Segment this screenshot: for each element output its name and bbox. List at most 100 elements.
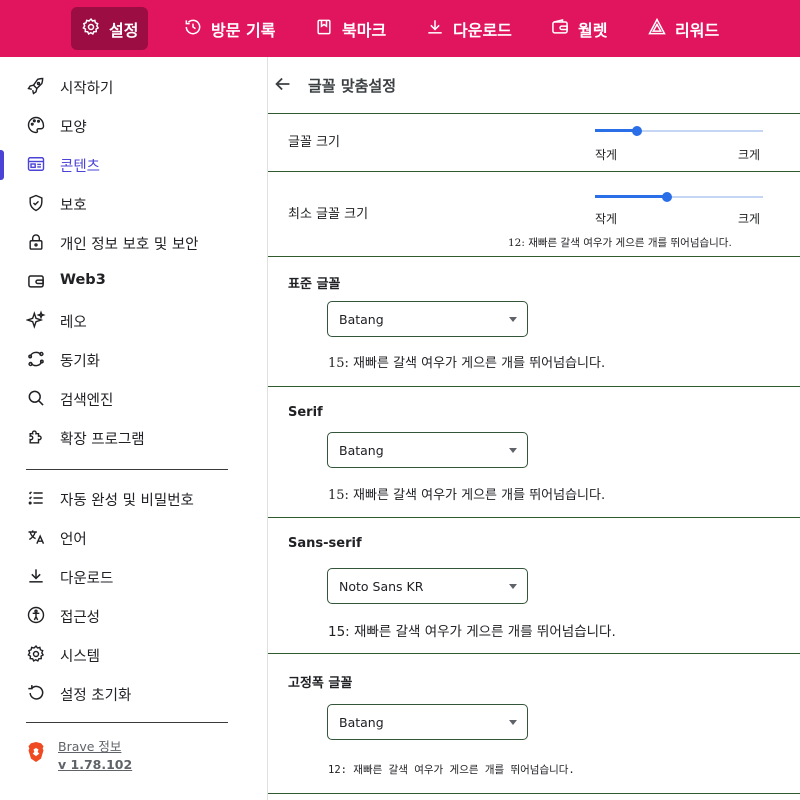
sidebar-item-content[interactable]: 콘텐츠 [0,146,266,182]
dropdown-arrow-icon [509,448,517,453]
tab-wallet[interactable]: 월렛 [540,7,617,50]
tab-label: 방문 기록 [211,20,276,40]
sidebar-item-search-engine[interactable]: 검색엔진 [0,380,266,416]
sidebar-item-languages[interactable]: 언어 [0,519,266,555]
accessibility-icon [26,605,46,625]
palette-icon [26,115,46,135]
font-size-label: 글꼴 크기 [288,135,340,150]
section-divider [268,386,800,387]
sidebar-item-downloads[interactable]: 다운로드 [0,558,266,594]
font-size-slider[interactable] [595,123,763,139]
sidebar-item-autofill[interactable]: 자동 완성 및 비밀번호 [0,480,266,516]
sidebar-item-system[interactable]: 시스템 [0,636,266,672]
tab-rewards[interactable]: 리워드 [637,7,729,50]
tab-label: 설정 [109,20,139,40]
sidebar-item-shields[interactable]: 보호 [0,185,266,221]
standard-font-select[interactable]: Batang [327,301,528,337]
sidebar-item-label: 접근성 [60,610,101,626]
page-title: 글꼴 맞춤설정 [308,77,397,95]
slider-min-label: 작게 [595,212,618,226]
dropdown-arrow-icon [509,584,517,589]
standard-font-preview: 15: 재빠른 갈색 여우가 게으른 개를 뛰어넘습니다. [328,356,606,371]
select-value: Batang [339,715,384,730]
reset-icon [26,683,46,703]
sidebar-divider [26,722,228,723]
tab-bookmarks[interactable]: 북마크 [304,7,396,50]
history-icon [183,17,203,41]
gear-icon [81,17,101,41]
sidebar-item-accessibility[interactable]: 접근성 [0,597,266,633]
sans-serif-font-label: Sans-serif [288,536,362,551]
sidebar-divider [26,469,228,470]
wallet-icon [26,271,46,291]
about-brave-link[interactable]: Brave 정보 [58,736,121,755]
sidebar-item-leo[interactable]: 레오 [0,302,266,338]
sidebar-item-label: 개인 정보 보호 및 보안 [60,237,199,253]
section-divider [268,517,800,518]
sidebar-item-reset[interactable]: 설정 초기화 [0,675,266,711]
sidebar-item-privacy[interactable]: 개인 정보 보호 및 보안 [0,224,266,260]
tab-history[interactable]: 방문 기록 [173,7,285,50]
section-divider [268,171,800,172]
sidebar-item-label: 다운로드 [60,571,114,587]
tab-downloads[interactable]: 다운로드 [415,7,522,50]
sidebar-item-web3[interactable]: Web3 [0,263,266,299]
back-arrow-icon[interactable] [272,73,296,97]
section-divider [268,653,800,654]
sync-icon [26,349,46,369]
download-icon [425,17,445,41]
translate-icon [26,527,46,547]
rewards-icon [647,17,667,41]
tab-label: 다운로드 [453,20,512,40]
select-value: Batang [339,443,384,458]
min-font-preview: 12: 재빠른 갈색 여우가 게으른 개를 뛰어넘습니다. [508,237,732,249]
fixed-font-select[interactable]: Batang [327,704,528,740]
sidebar-item-get-started[interactable]: 시작하기 [0,68,266,104]
gear-icon [26,644,46,664]
search-icon [26,388,46,408]
brave-logo-icon [26,741,46,763]
serif-font-select[interactable]: Batang [327,432,528,468]
list-icon [26,488,46,508]
tab-label: 리워드 [675,20,720,40]
fixed-font-preview: 12: 재빠른 갈색 여우가 게으른 개를 뛰어넘습니다. [328,764,575,776]
slider-knob[interactable] [632,126,642,136]
main-content: 글꼴 맞춤설정 글꼴 크기 작게 크게 최소 글꼴 크기 작게 크게 12: 재… [268,57,800,800]
sidebar-item-label: 시스템 [60,649,101,665]
sidebar-item-extensions[interactable]: 확장 프로그램 [0,419,266,455]
sidebar-item-sync[interactable]: 동기화 [0,341,266,377]
section-divider [268,256,800,257]
slider-fill [595,195,667,198]
sidebar-item-label: 보호 [60,198,87,214]
slider-knob[interactable] [662,192,672,202]
puzzle-icon [26,427,46,447]
sidebar: 시작하기 모양 콘텐츠 보호 개인 정보 보호 및 보안 Web3 레오 동기화… [0,57,268,800]
slider-min-label: 작게 [595,148,618,162]
section-divider [268,113,800,114]
wallet-icon [550,17,570,41]
sparkle-icon [25,310,46,330]
standard-font-label: 표준 글꼴 [288,277,341,292]
sidebar-item-label: 모양 [60,120,87,136]
tab-label: 북마크 [342,20,387,40]
slider-fill [595,129,637,132]
lock-icon [26,232,46,252]
sidebar-item-label: 언어 [60,532,87,548]
sidebar-item-label: 레오 [60,315,87,331]
sidebar-item-label: 설정 초기화 [60,688,132,704]
tab-settings[interactable]: 설정 [71,7,149,50]
sans-serif-font-select[interactable]: Noto Sans KR [327,568,528,604]
serif-font-label: Serif [288,405,323,420]
sidebar-item-label: 동기화 [60,354,101,370]
bookmark-icon [314,17,334,41]
sidebar-item-appearance[interactable]: 모양 [0,107,266,143]
section-divider [268,793,800,794]
top-navigation-bar: 설정 방문 기록 북마크 다운로드 월렛 리워드 [0,0,800,57]
sidebar-item-label: 검색엔진 [60,393,114,409]
min-font-size-slider[interactable] [595,189,763,205]
dropdown-arrow-icon [509,317,517,322]
sidebar-item-label: 확장 프로그램 [60,432,145,448]
serif-font-preview: 15: 재빠른 갈색 여우가 게으른 개를 뛰어넘습니다. [328,488,606,503]
sidebar-item-label: Web3 [60,272,106,288]
content-icon [26,154,46,174]
